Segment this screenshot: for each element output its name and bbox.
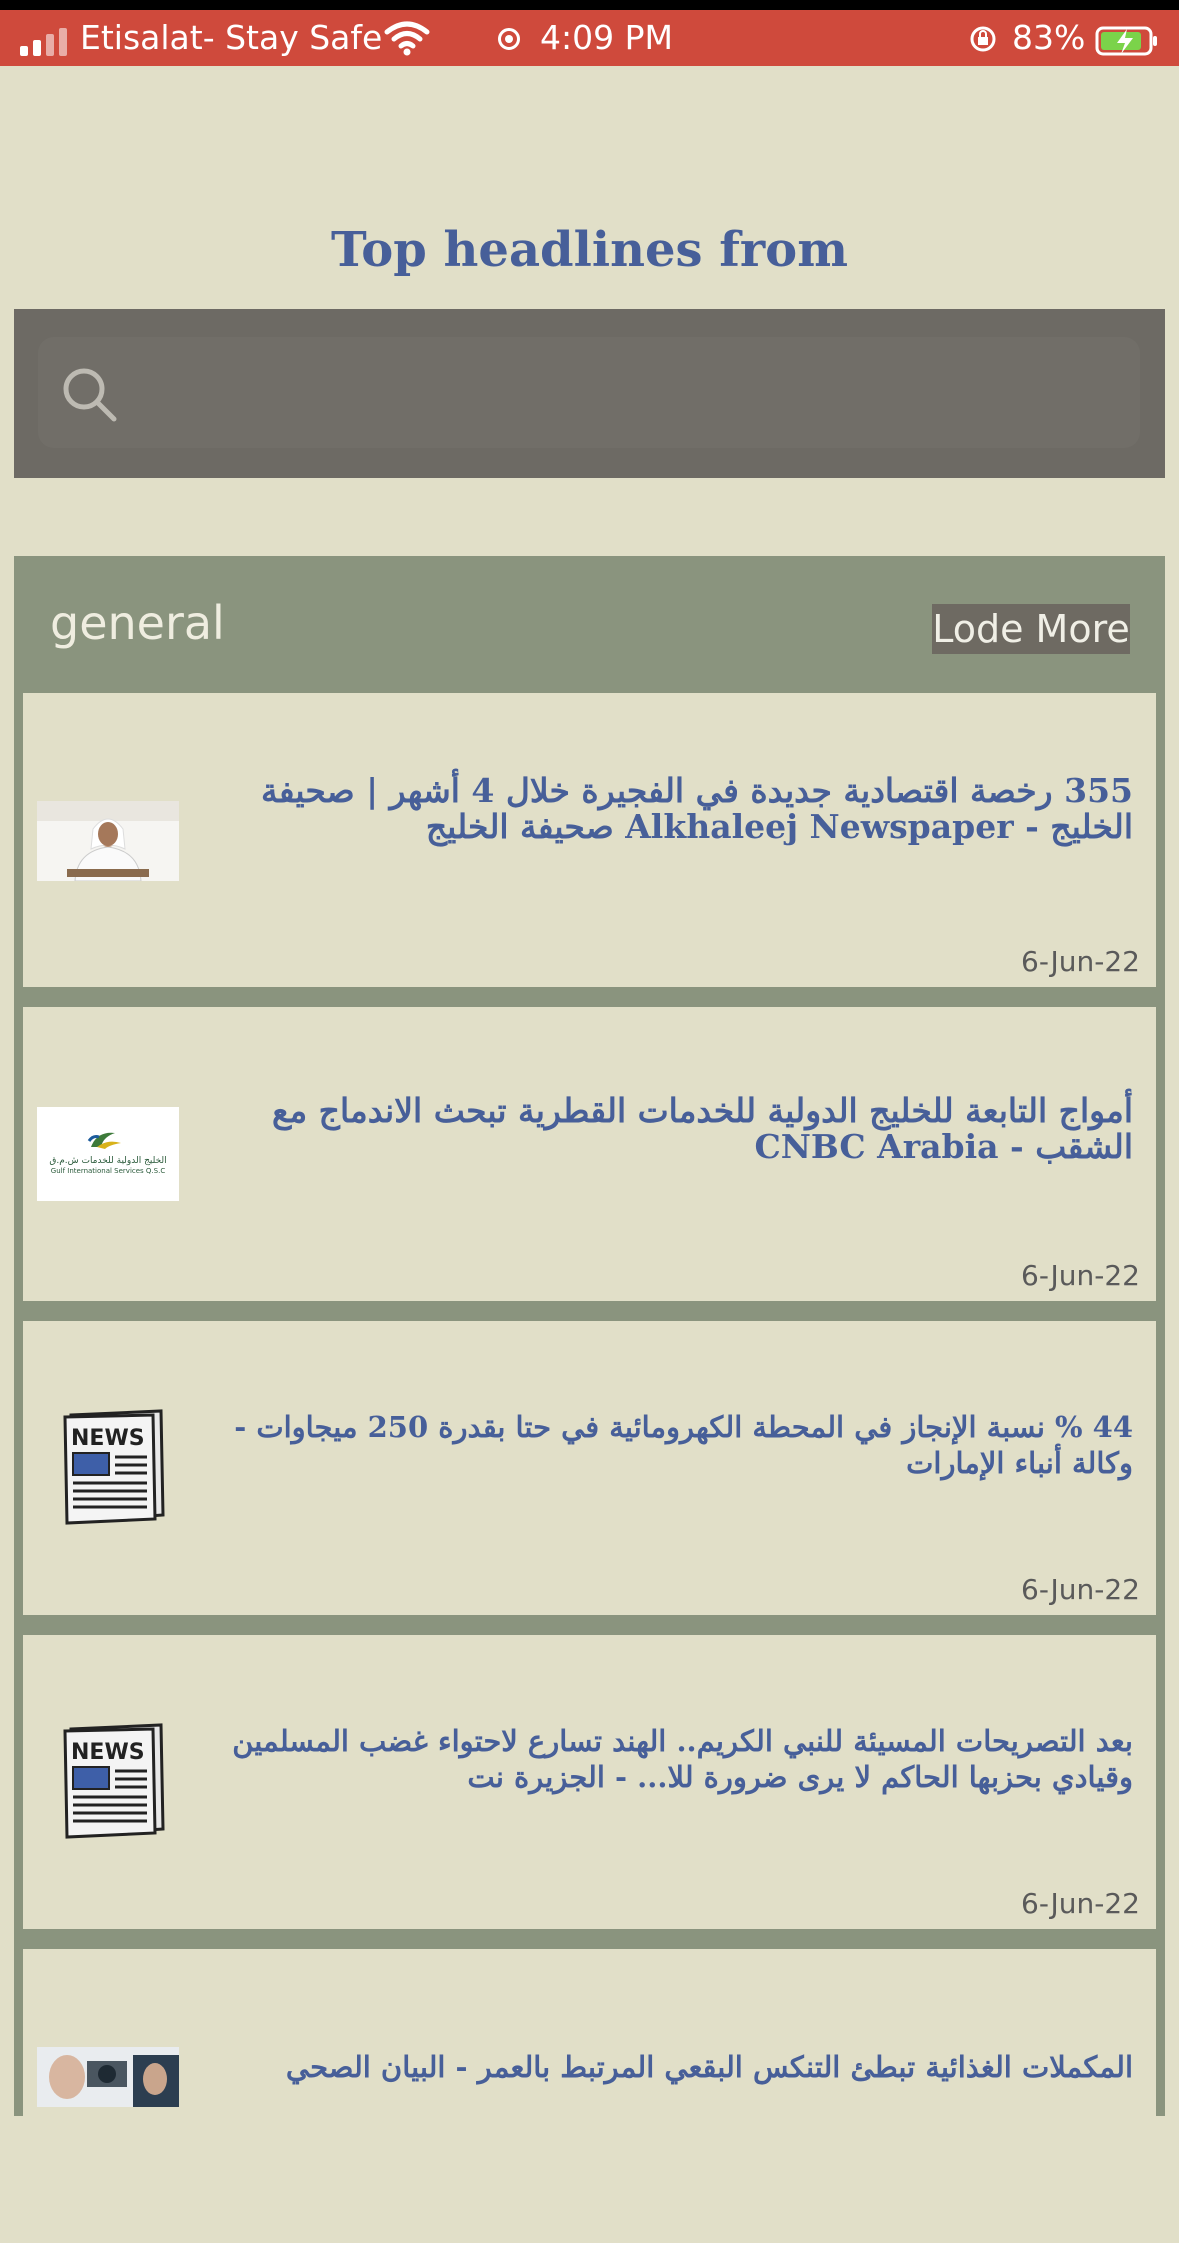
news-card[interactable]: المكملات الغذائية تبطئ التنكس البقعي الم… bbox=[23, 1949, 1156, 2243]
category-section: general Lode More 355 رخصة اقتصادية جديد… bbox=[14, 556, 1165, 2243]
news-card[interactable]: NEWS بعد التصريحات المسيئة للنبي الكريم.… bbox=[23, 1635, 1156, 1929]
page-title: Top headlines from bbox=[331, 222, 848, 278]
newspaper-icon: NEWS bbox=[63, 1409, 165, 1525]
article-thumbnail bbox=[37, 2047, 179, 2107]
search-bar bbox=[14, 309, 1165, 478]
screen-recording-icon bbox=[498, 28, 520, 50]
article-date: 6-Jun-22 bbox=[1021, 1259, 1140, 1292]
rotation-lock-icon bbox=[970, 26, 996, 52]
article-title[interactable]: بعد التصريحات المسيئة للنبي الكريم.. اله… bbox=[193, 1723, 1133, 1795]
logo-arabic-text: الخليج الدولية للخدمات ش.م.ق bbox=[49, 1156, 166, 1166]
cellular-signal-icon bbox=[20, 28, 70, 56]
news-icon-label: NEWS bbox=[71, 1740, 145, 1765]
newspaper-icon: NEWS bbox=[63, 1723, 165, 1839]
top-edge bbox=[0, 0, 1179, 10]
battery-charging-icon bbox=[1095, 26, 1157, 56]
news-card[interactable]: الخليج الدولية للخدمات ش.م.ق Gulf Intern… bbox=[23, 1007, 1156, 1301]
article-date: 6-Jun-22 bbox=[1021, 1887, 1140, 1920]
article-thumbnail bbox=[37, 801, 179, 881]
clock: 4:09 PM bbox=[540, 18, 673, 57]
person-photo-icon bbox=[37, 801, 179, 881]
article-title[interactable]: أمواج التابعة للخليج الدولية للخدمات الق… bbox=[193, 1093, 1133, 1165]
news-card[interactable]: 355 رخصة اقتصادية جديدة في الفجيرة خلال … bbox=[23, 693, 1156, 987]
news-card[interactable]: NEWS 44 % نسبة الإنجاز في المحطة الكهروم… bbox=[23, 1321, 1156, 1615]
article-date: 6-Jun-22 bbox=[1021, 1573, 1140, 1606]
company-logo: الخليج الدولية للخدمات ش.م.ق Gulf Intern… bbox=[37, 1107, 179, 1201]
news-icon-label: NEWS bbox=[71, 1426, 145, 1451]
article-thumbnail: NEWS bbox=[37, 1403, 179, 1527]
status-bar: Etisalat- Stay Safe 4:09 PM 83% bbox=[0, 10, 1179, 66]
eye-exam-photo-icon bbox=[37, 2047, 179, 2107]
search-icon bbox=[63, 368, 117, 422]
article-date: 6-Jun-22 bbox=[1021, 945, 1140, 978]
article-thumbnail: الخليج الدولية للخدمات ش.م.ق Gulf Intern… bbox=[37, 1107, 179, 1201]
load-more-button[interactable]: Lode More bbox=[932, 604, 1130, 654]
article-thumbnail: NEWS bbox=[37, 1717, 179, 1841]
battery-percent: 83% bbox=[1012, 18, 1086, 57]
section-title: general bbox=[50, 596, 225, 650]
search-input[interactable] bbox=[138, 337, 1122, 450]
search-field[interactable] bbox=[38, 337, 1140, 450]
article-title[interactable]: المكملات الغذائية تبطئ التنكس البقعي الم… bbox=[193, 2049, 1133, 2085]
wifi-icon bbox=[384, 21, 430, 56]
article-title[interactable]: 44 % نسبة الإنجاز في المحطة الكهرومائية … bbox=[193, 1409, 1133, 1481]
article-title[interactable]: 355 رخصة اقتصادية جديدة في الفجيرة خلال … bbox=[193, 773, 1133, 845]
carrier-name: Etisalat- Stay Safe bbox=[80, 18, 383, 57]
logo-english-text: Gulf International Services Q.S.C bbox=[51, 1167, 166, 1175]
